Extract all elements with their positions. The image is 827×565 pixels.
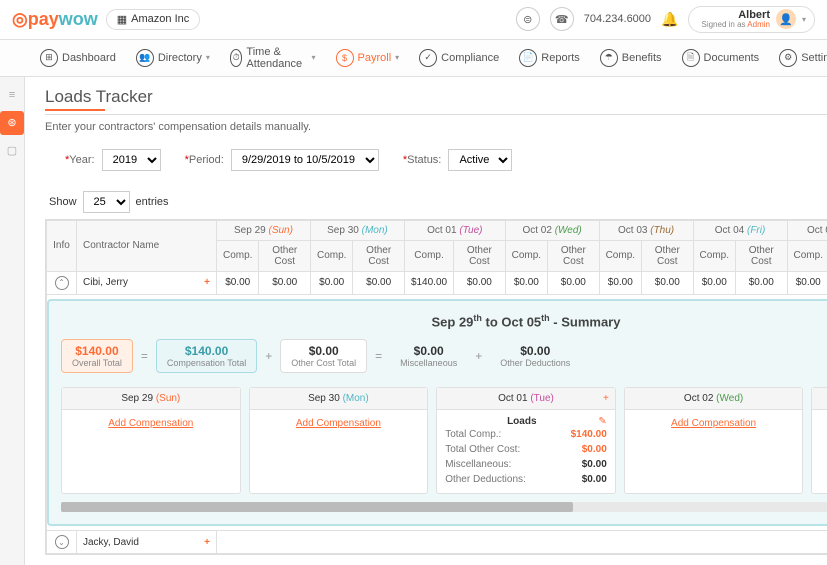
help-icon[interactable]: ⊜ xyxy=(516,7,540,31)
detail-title: Sep 29th to Oct 05th - Summary xyxy=(61,313,827,329)
user-menu[interactable]: Albert Signed in as Admin 👤 ▾ xyxy=(688,6,815,33)
detail-panel: Sep 29th to Oct 05th - Summary $140.00Ov… xyxy=(47,299,827,526)
side-rail: ≡ ⊛ ▢ xyxy=(0,77,25,565)
horizontal-scrollbar[interactable] xyxy=(61,502,827,512)
filter-bar: *Year: 2019 *Period: 9/29/2019 to 10/5/2… xyxy=(45,145,827,185)
nav-settings[interactable]: ⚙Settings xyxy=(779,46,827,70)
topbar: ◎paywow ▦ Amazon Inc ⊜ ☎ 704.234.6000 🔔 … xyxy=(0,0,827,40)
day-card: Oct 02 (Wed) Add Compensation xyxy=(624,387,804,494)
dashboard-icon: ⊞ xyxy=(40,49,58,67)
page-size-select[interactable]: 25 xyxy=(83,191,130,213)
rail-money[interactable]: ⊛ xyxy=(0,111,24,135)
table-row: ⌃ Cibi, Jerry+ $0.00$0.00 $0.00$0.00 $14… xyxy=(47,271,827,294)
day-card: Oct 03 (Thu) Add Compensation xyxy=(811,387,827,494)
reports-icon: 📄 xyxy=(519,49,537,67)
compliance-icon: ✓ xyxy=(419,49,437,67)
status-select[interactable]: Active xyxy=(448,149,512,171)
add-icon[interactable]: + xyxy=(204,277,210,288)
col-info: Info xyxy=(47,220,77,271)
directory-icon: 👥 xyxy=(136,49,154,67)
col-contractor: Contractor Name xyxy=(77,220,217,271)
grid-icon: ▦ xyxy=(117,13,127,26)
gear-icon: ⚙ xyxy=(779,49,797,67)
add-compensation-link[interactable]: Add Compensation xyxy=(625,410,803,437)
day-card: Sep 30 (Mon) Add Compensation xyxy=(249,387,429,494)
nav-payroll[interactable]: $Payroll▾ xyxy=(336,46,400,70)
nav-dashboard[interactable]: ⊞Dashboard xyxy=(40,46,116,70)
company-selector[interactable]: ▦ Amazon Inc xyxy=(106,9,201,30)
clock-icon: ⏱ xyxy=(230,49,243,67)
page-title: Loads Tracker xyxy=(45,87,827,115)
bell-icon[interactable]: 🔔 xyxy=(661,11,678,28)
add-icon[interactable]: + xyxy=(603,393,609,404)
phone-number: 704.234.6000 xyxy=(584,13,651,25)
edit-icon[interactable]: ✎ xyxy=(598,416,606,427)
payroll-icon: $ xyxy=(336,49,354,67)
day-card-loads: Oct 01 (Tue)+ Loads✎ Total Comp.:$140.00… xyxy=(436,387,616,494)
rail-calc[interactable]: ▢ xyxy=(0,139,24,163)
documents-icon: 🗎 xyxy=(682,49,700,67)
nav-time[interactable]: ⏱Time & Attendance▾ xyxy=(230,46,316,70)
add-compensation-link[interactable]: Add Compensation xyxy=(250,410,428,437)
main-nav: ⊞Dashboard 👥Directory▾ ⏱Time & Attendanc… xyxy=(0,40,827,77)
nav-benefits[interactable]: ☂Benefits xyxy=(600,46,662,70)
add-icon[interactable]: + xyxy=(204,537,210,548)
period-select[interactable]: 9/29/2019 to 10/5/2019 xyxy=(231,149,379,171)
collapse-button[interactable]: ⌃ xyxy=(55,276,69,290)
phone-icon[interactable]: ☎ xyxy=(550,7,574,31)
nav-compliance[interactable]: ✓Compliance xyxy=(419,46,499,70)
rail-collapse[interactable]: ≡ xyxy=(0,83,24,107)
chevron-down-icon: ▾ xyxy=(802,15,806,24)
day-card: Sep 29 (Sun) Add Compensation xyxy=(61,387,241,494)
expand-button[interactable]: ⌄ xyxy=(55,535,69,549)
data-grid: Info Contractor Name Sep 29 (Sun) Sep 30… xyxy=(45,219,827,555)
table-row: ⌄ Jacky, David+ xyxy=(47,531,827,554)
nav-reports[interactable]: 📄Reports xyxy=(519,46,580,70)
avatar: 👤 xyxy=(776,9,796,29)
logo: ◎paywow xyxy=(12,9,98,30)
year-select[interactable]: 2019 xyxy=(102,149,161,171)
benefits-icon: ☂ xyxy=(600,49,618,67)
add-compensation-link[interactable]: Add Compensation xyxy=(812,410,827,437)
page-subtitle: Enter your contractors' compensation det… xyxy=(45,121,827,133)
nav-directory[interactable]: 👥Directory▾ xyxy=(136,46,210,70)
nav-documents[interactable]: 🗎Documents xyxy=(682,46,760,70)
add-compensation-link[interactable]: Add Compensation xyxy=(62,410,240,437)
